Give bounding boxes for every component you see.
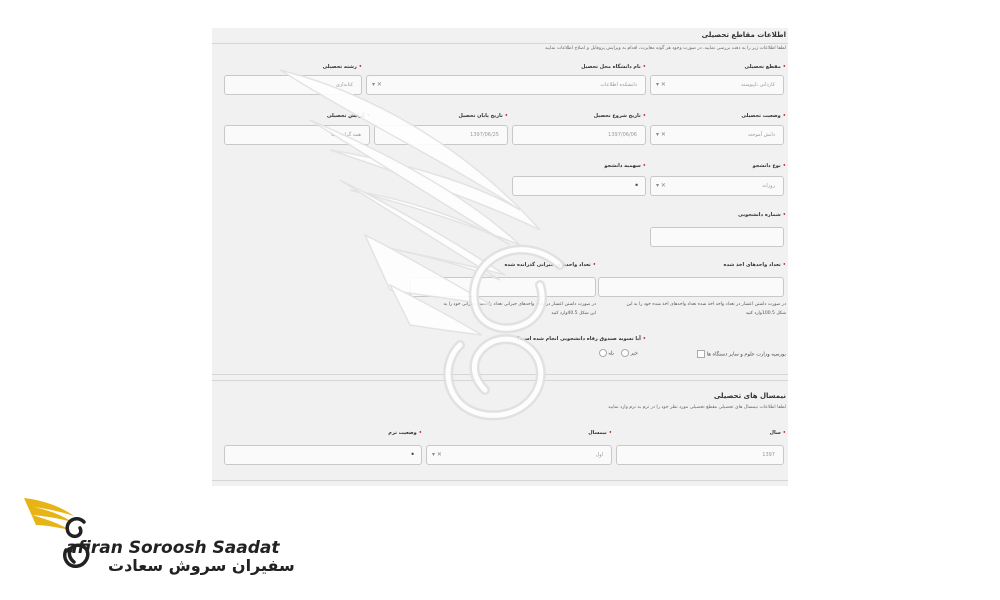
selected-dot-icon: • [634,181,639,190]
year-label: •سال [769,430,786,436]
status-select[interactable]: دانش آموخته ▾ ✕ [650,125,784,145]
clear-dropdown-icon[interactable]: ▾ ✕ [656,177,666,195]
units-field[interactable] [598,277,784,297]
start-date-label: •تاریخ شروع تحصیل [593,113,646,119]
section-title-education: اطلاعات مقاطع تحصیلی [701,31,786,39]
status-label: •وضعیت تحصیلی [741,113,786,119]
units-label: •تعداد واحدهای اخذ شده [723,262,787,268]
radio-no[interactable] [621,349,630,357]
ministry-checkbox-row[interactable]: بورسیه وزارت علوم و سایر دستگاه ها [697,350,786,358]
clear-dropdown-icon[interactable]: ▾ ✕ [656,126,666,144]
option-yes[interactable]: بله [598,349,614,357]
brand-name-persian: سفیران سروش سعادت [108,556,295,575]
student-number-label: •شماره دانشجویی [738,212,786,218]
wing-watermark-icon [279,69,565,421]
student-type-select[interactable]: روزانه ▾ ✕ [650,176,784,196]
student-type-label: •نوع دانشجو [752,163,786,169]
clear-dropdown-icon[interactable]: ▾ ✕ [656,76,666,94]
semesters-description: لطفا اطلاعات نیمسال های تحصیلی مقطع تحصی… [608,405,786,410]
divider [212,480,788,481]
brand-name-english: afiran Soroosh Saadat [66,538,280,558]
divider [212,43,788,44]
option-no[interactable]: خیر [621,349,638,357]
section-title-semesters: نیمسال های تحصیلی [713,392,786,400]
year-field[interactable]: 1397 [616,445,784,465]
section-description: لطفا اطلاعات زیر را به دقت بررسی نمایید.… [544,46,786,51]
grade-label: •مقطع تحصیلی [744,64,786,70]
ministry-checkbox[interactable] [697,350,706,358]
student-number-field[interactable] [650,227,784,247]
units-note: در صورت داشتن اعشار در تعداد واحد اخذ شد… [626,302,786,316]
quota-label: •سهمیه دانشجو [604,163,646,169]
grade-select[interactable]: کاردانی ناپیوسته ▾ ✕ [650,75,784,95]
